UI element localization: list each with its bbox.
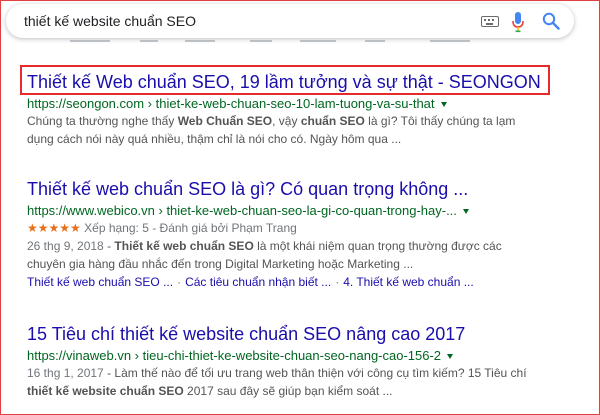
result-title-link[interactable]: 15 Tiêu chí thiết kế website chuẩn SEO n… <box>27 323 587 345</box>
snippet-bold: thiết kế website chuẩn SEO <box>27 384 184 398</box>
dropdown-caret-icon[interactable] <box>440 102 447 108</box>
result-snippet: 26 thg 9, 2018 - Thiết kế web chuẩn SEO … <box>27 237 587 273</box>
snippet-text: Chúng ta thường nghe thấy <box>27 114 178 128</box>
snippet-bold: Thiết kế web chuẩn SEO <box>114 239 254 253</box>
result-url-text: https://vinaweb.vn › tieu-chi-thiet-ke-w… <box>27 348 442 363</box>
search-tabs-fade <box>10 40 570 44</box>
result-date: 16 thg 1, 2017 <box>27 366 104 380</box>
microphone-icon[interactable] <box>511 11 525 33</box>
separator: · <box>335 275 340 289</box>
snippet-text: là một khái niệm quan trọng thường được … <box>253 239 502 253</box>
snippet-text: là gì? Tôi thấy chúng ta lạm <box>364 114 516 128</box>
result-snippet: Chúng ta thường nghe thấy Web Chuẩn SEO,… <box>27 112 587 148</box>
search-result: 15 Tiêu chí thiết kế website chuẩn SEO n… <box>27 323 587 400</box>
rating-row: ★★★★★ Xếp hạng: 5 - Đánh giá bởi Phạm Tr… <box>27 219 587 237</box>
keyboard-icon[interactable] <box>481 16 499 27</box>
snippet-text: chuyên gia hàng đầu nhắc đến trong Digit… <box>27 257 414 271</box>
rating-text: Xếp hạng: 5 - Đánh giá bởi Phạm Trang <box>84 221 297 235</box>
sitelink[interactable]: 4. Thiết kế web chuẩn ... <box>343 275 474 289</box>
sitelink[interactable]: Thiết kế web chuẩn SEO ... <box>27 275 173 289</box>
dropdown-caret-icon[interactable] <box>462 209 469 215</box>
highlight-box <box>20 65 550 95</box>
search-icon[interactable] <box>542 12 560 30</box>
snippet-text: dụng cách nói này quá nhiều, thậm chỉ là… <box>27 132 402 146</box>
snippet-text: - <box>103 239 115 253</box>
separator: · <box>177 275 182 289</box>
search-result: Thiết kế web chuẩn SEO là gì? Có quan tr… <box>27 178 587 291</box>
snippet-bold: Web Chuẩn SEO <box>177 114 273 128</box>
result-url: https://vinaweb.vn › tieu-chi-thiet-ke-w… <box>27 347 587 364</box>
snippet-text: , vậy <box>272 114 301 128</box>
dropdown-caret-icon[interactable] <box>447 354 454 360</box>
search-result: Thiết kế Web chuẩn SEO, 19 lầm tưởng và … <box>20 65 587 148</box>
snippet-text: - Làm thế nào để tối ưu trang web thân t… <box>103 366 527 380</box>
result-date: 26 thg 9, 2018 <box>27 239 104 253</box>
result-url-text: https://seongon.com › thiet-ke-web-chuan… <box>27 96 435 111</box>
sitelinks: Thiết kế web chuẩn SEO ... · Các tiêu chuẩ… <box>27 273 587 291</box>
result-url-text: https://www.webico.vn › thiet-ke-web-chu… <box>27 203 457 218</box>
result-title-link[interactable]: Thiết kế web chuẩn SEO là gì? Có quan tr… <box>27 178 587 200</box>
snippet-bold: chuẩn SEO <box>300 114 365 128</box>
star-rating-icon: ★★★★★ <box>27 221 81 235</box>
result-url: https://seongon.com › thiet-ke-web-chuan… <box>27 95 587 112</box>
sitelink[interactable]: Các tiêu chuẩn nhận biết ... <box>185 275 331 289</box>
search-input[interactable]: thiết kế website chuẩn SEO <box>24 13 196 29</box>
result-snippet: 16 thg 1, 2017 - Làm thế nào để tối ưu t… <box>27 364 587 400</box>
search-bar[interactable]: thiết kế website chuẩn SEO <box>6 4 574 38</box>
snippet-text: 2017 sau đây sẽ giúp bạn kiểm soát ... <box>183 384 393 398</box>
result-url: https://www.webico.vn › thiet-ke-web-chu… <box>27 202 587 219</box>
